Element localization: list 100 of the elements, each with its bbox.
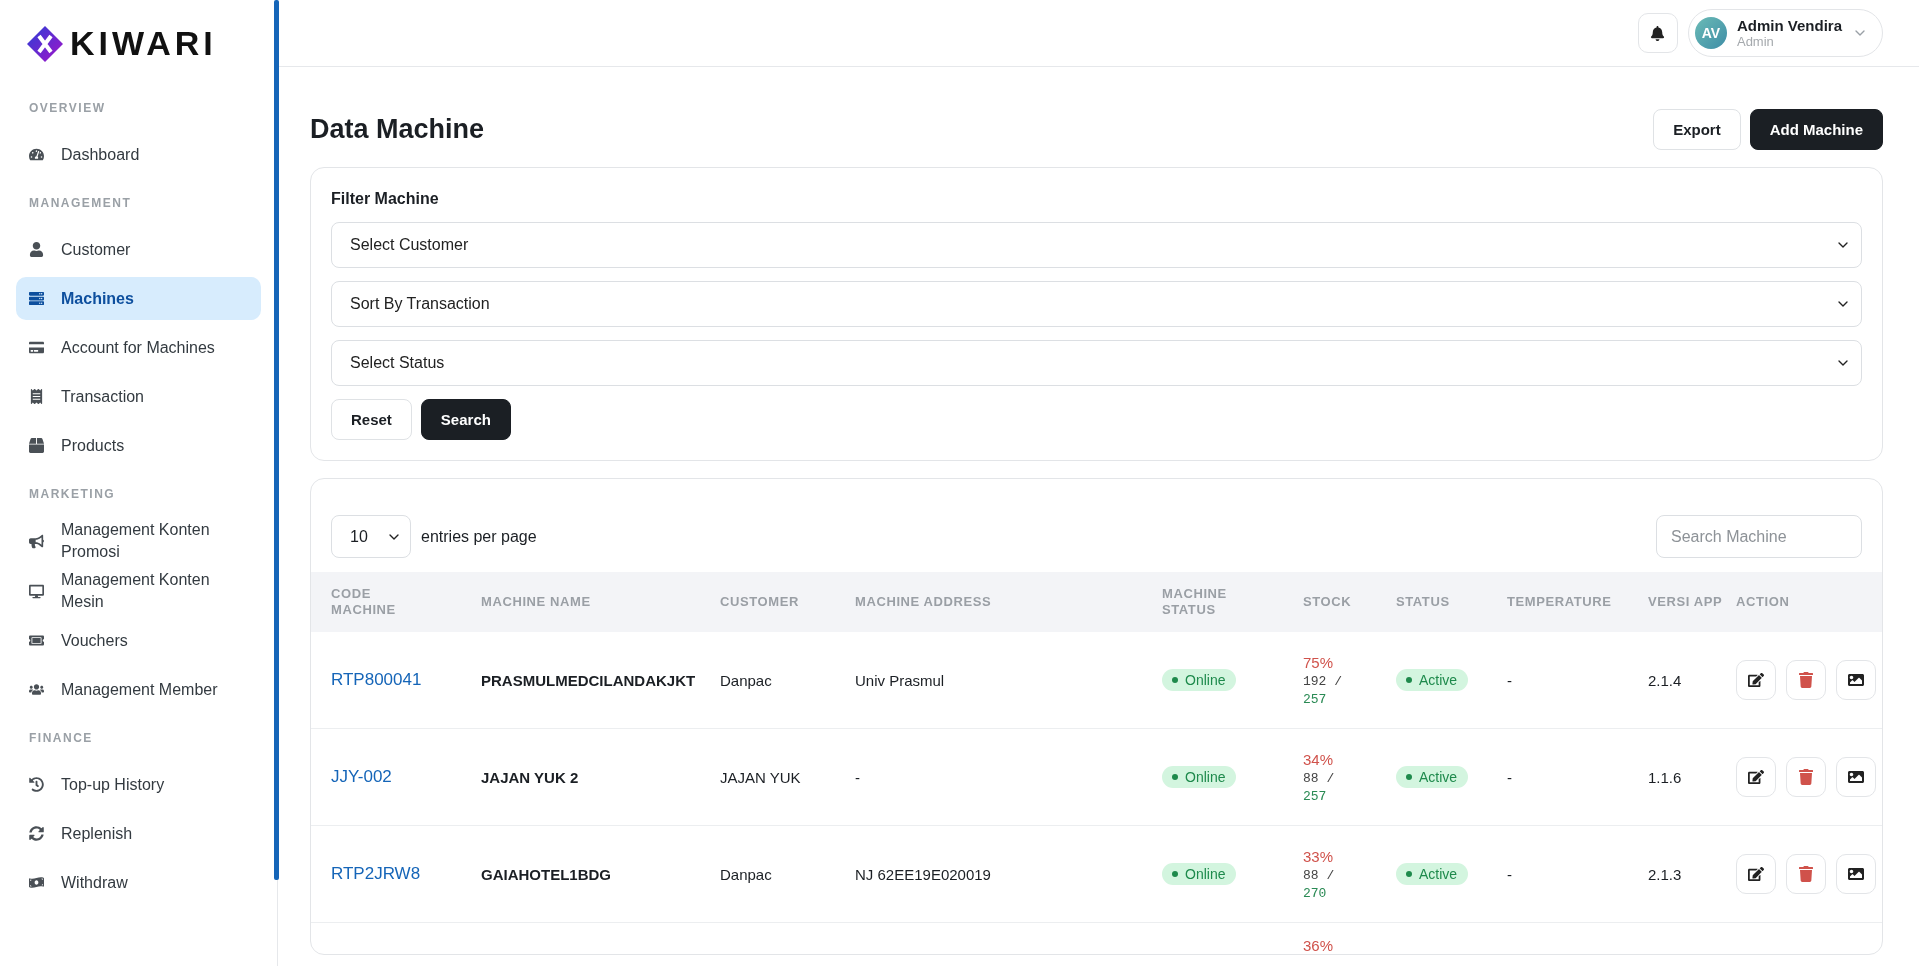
machine-code-link[interactable]: RTP2JRW8 <box>331 864 421 883</box>
table-cell-text: Danpac <box>720 671 773 689</box>
stock-count: 88 / <box>1303 867 1336 883</box>
sidebar-item[interactable]: Account for Machines <box>16 326 261 369</box>
image-button[interactable] <box>1836 854 1876 894</box>
stock-count: 192 / <box>1303 673 1343 689</box>
filter-select[interactable]: Select Status <box>331 340 1862 386</box>
edit-button[interactable] <box>1736 854 1776 894</box>
user-icon <box>29 242 45 257</box>
edit-icon <box>1748 672 1764 688</box>
logo-icon <box>26 24 64 63</box>
column-header: MACHINE STATUS <box>1162 586 1228 618</box>
section-title: FINANCE <box>28 731 94 745</box>
column-header: ACTION <box>1736 594 1791 610</box>
page-title: Data Machine <box>310 114 485 145</box>
history-icon <box>29 777 45 792</box>
receipt-icon <box>29 389 45 404</box>
add-button[interactable]: Add Machine <box>1749 109 1883 150</box>
sidebar-item[interactable]: Replenish <box>16 812 261 855</box>
image-icon <box>1848 769 1864 785</box>
refresh-icon <box>29 826 45 841</box>
table-cell-text: - <box>1507 768 1513 786</box>
reset-button[interactable]: Reset <box>331 399 412 440</box>
status-pill: Active <box>1396 766 1469 788</box>
stock-capacity: 270 <box>1303 885 1328 901</box>
sidebar-item[interactable]: Customer <box>16 228 261 271</box>
gauge-icon <box>29 147 45 162</box>
search-button[interactable]: Search <box>420 399 511 440</box>
image-icon <box>1848 672 1864 688</box>
table-cell-text: PRASMULMEDCILANDAKJKT <box>481 671 697 689</box>
card-icon <box>29 340 45 355</box>
table-cell-text: NJ 62EE19E020019 <box>855 865 992 883</box>
entries-label: entries per page <box>421 527 537 546</box>
bell-icon <box>1650 25 1666 41</box>
status-pill: Active <box>1396 669 1469 691</box>
delete-button[interactable] <box>1786 854 1826 894</box>
machine-code-link[interactable]: JJY-002 <box>331 767 392 786</box>
column-header: STOCK <box>1303 594 1353 610</box>
section-title: MARKETING <box>28 487 117 501</box>
monitor-icon <box>29 583 45 599</box>
delete-button[interactable] <box>1786 660 1826 700</box>
stock-capacity: 257 <box>1303 788 1328 804</box>
sidebar-item[interactable]: Management Member <box>16 668 261 711</box>
sidebar-item[interactable]: Withdraw <box>16 861 261 904</box>
stock-percent: 33% <box>1303 847 1335 865</box>
section-title: OVERVIEW <box>28 101 107 115</box>
sidebar-item[interactable]: Top-up History <box>16 763 261 806</box>
export-button[interactable]: Export <box>1653 109 1741 150</box>
table-cell-text: - <box>1507 865 1513 883</box>
sidebar-item[interactable]: Management Konten Promosi <box>16 519 261 563</box>
table-cell-text: 2.1.4 <box>1648 671 1683 689</box>
table-cell-text: - <box>855 768 861 786</box>
table-cell-text: - <box>1507 671 1513 689</box>
column-header: MACHINE ADDRESS <box>855 594 993 610</box>
sidebar-item[interactable]: Products <box>16 424 261 467</box>
table-cell-text: JAJAN YUK 2 <box>481 768 580 786</box>
users-icon <box>29 682 45 697</box>
filter-select[interactable]: Sort By Transaction <box>331 281 1862 327</box>
image-button[interactable] <box>1836 757 1876 797</box>
table-cell-text: 2.1.3 <box>1648 865 1683 883</box>
avatar: AV <box>1694 17 1727 49</box>
column-header: MACHINE NAME <box>481 594 592 610</box>
stock-percent: 34% <box>1303 750 1335 768</box>
column-header: CUSTOMER <box>720 594 800 610</box>
table-cell-text: Danpac <box>720 865 773 883</box>
image-button[interactable] <box>1836 660 1876 700</box>
money-icon <box>29 875 45 890</box>
sidebar-item[interactable]: Management Konten Mesin <box>16 569 261 613</box>
edit-icon <box>1748 769 1764 785</box>
status-pill: Online <box>1162 863 1237 885</box>
edit-button[interactable] <box>1736 660 1776 700</box>
trash-icon <box>1798 672 1814 688</box>
brand-name: KIWARI <box>70 24 217 63</box>
sidebar-item[interactable]: Transaction <box>16 375 261 418</box>
trash-icon <box>1798 866 1814 882</box>
filter-select[interactable]: Select Customer <box>331 222 1862 268</box>
edit-button[interactable] <box>1736 757 1776 797</box>
status-pill: Active <box>1396 863 1469 885</box>
page-size-select[interactable]: 10 <box>331 515 411 558</box>
user-name: Admin Vendira <box>1736 17 1842 34</box>
edit-icon <box>1748 866 1764 882</box>
column-header: VERSI APP <box>1648 594 1724 610</box>
notification-button[interactable] <box>1637 13 1678 53</box>
sidebar-item[interactable]: Dashboard <box>16 133 261 176</box>
sidebar-item[interactable]: Vouchers <box>16 619 261 662</box>
user-role: Admin <box>1736 34 1775 49</box>
column-header: CODE MACHINE <box>331 586 397 618</box>
sidebar-item[interactable]: Machines <box>16 277 261 320</box>
machine-code-link[interactable]: RTP800041 <box>331 670 422 689</box>
stock-percent: 36% <box>1303 937 1335 954</box>
table-cell-text: Univ Prasmul <box>855 671 946 689</box>
stock-percent: 75% <box>1303 653 1335 671</box>
table-cell-text: JAJAN YUK <box>720 768 802 786</box>
ticket-icon <box>29 633 45 648</box>
stock-capacity: 257 <box>1303 691 1328 707</box>
search-field[interactable]: Search Machine <box>1656 515 1862 558</box>
table-cell-text: 1.1.6 <box>1648 768 1683 786</box>
section-title: MANAGEMENT <box>28 196 133 210</box>
status-pill: Online <box>1162 766 1237 788</box>
delete-button[interactable] <box>1786 757 1826 797</box>
